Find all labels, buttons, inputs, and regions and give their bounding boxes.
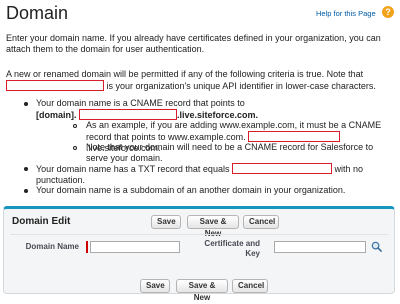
sub-bullet: [73, 124, 77, 128]
criterion-txt: Your domain name has a TXT record that e…: [36, 163, 386, 186]
criteria-intro-after: is your organization's unique API identi…: [106, 81, 376, 91]
redacted-cname-id: [79, 109, 178, 120]
page-title: Domain: [6, 3, 69, 23]
redacted-txt-id: [231, 163, 332, 174]
bullet-dot: [24, 102, 28, 106]
criteria-intro-before: A new or renamed domain will be permitte…: [6, 69, 364, 79]
save-new-button-bottom[interactable]: Save & New: [176, 279, 228, 302]
certificate-label-line2: Key: [245, 249, 260, 258]
save-button-top[interactable]: Save: [151, 215, 181, 229]
magnifier-lookup-icon[interactable]: [371, 241, 382, 252]
domain-edit-panel: Domain Edit Save Save & New Cancel Domai…: [3, 206, 395, 302]
redacted-api-id: [6, 80, 104, 91]
certificate-input[interactable]: [274, 241, 366, 253]
panel-divider: [10, 234, 388, 235]
redacted-example-id: [248, 131, 341, 142]
domain-name-label: Domain Name: [25, 242, 79, 251]
required-indicator: [86, 241, 88, 253]
cancel-button-bottom[interactable]: Cancel: [232, 279, 268, 293]
save-new-button-top[interactable]: Save & New: [187, 215, 239, 238]
certificate-label: Certificate and Key: [200, 239, 260, 259]
criterion-cname: Your domain name is a CNAME record that …: [36, 98, 386, 121]
intro-text: Enter your domain name. If you already h…: [6, 33, 381, 54]
cancel-button-top[interactable]: Cancel: [243, 215, 279, 229]
criterion-subdomain: Your domain name is a subdomain of an an…: [36, 185, 346, 195]
bullet-dot: [24, 189, 28, 193]
cname-domain-suffix: .live.siteforce.com.: [177, 110, 259, 120]
certificate-label-line1: Certificate and: [204, 239, 260, 248]
help-link[interactable]: Help for this Page: [316, 9, 376, 18]
cname-note: Note that your domain will need to be a …: [86, 142, 374, 163]
criterion-txt-text: Your domain name has a TXT record that e…: [36, 164, 230, 174]
domain-name-input[interactable]: [90, 241, 180, 253]
bullet-dot: [24, 167, 28, 171]
help-icon[interactable]: ?: [382, 6, 394, 18]
save-button-bottom[interactable]: Save: [140, 279, 170, 293]
criteria-intro: A new or renamed domain will be permitte…: [6, 69, 394, 92]
panel-title: Domain Edit: [12, 216, 71, 227]
criterion-cname-text: Your domain name is a CNAME record that …: [36, 98, 245, 108]
sub-bullet: [73, 146, 77, 150]
cname-domain-prefix: [domain].: [36, 110, 77, 120]
